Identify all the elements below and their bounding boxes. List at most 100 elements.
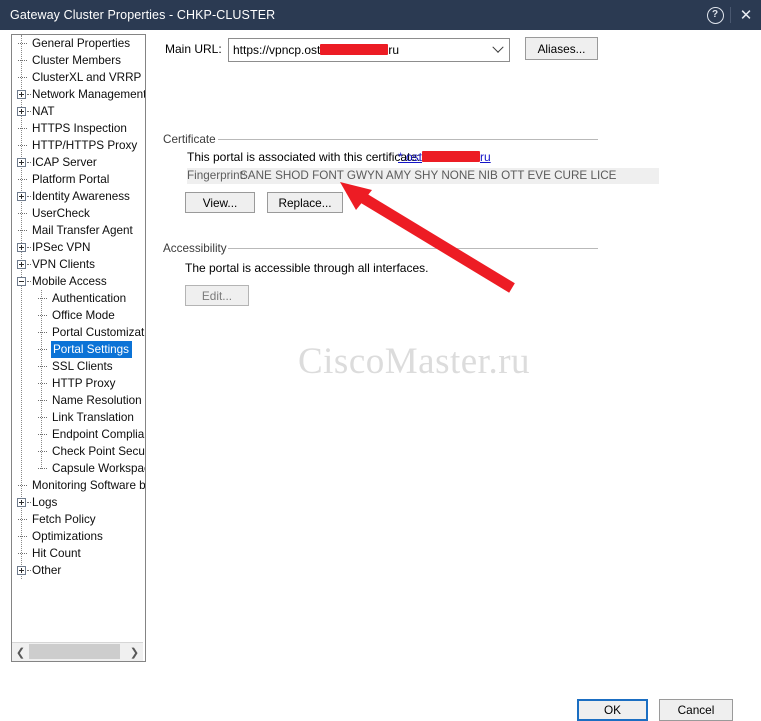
sidebar-item-mail-transfer-agent[interactable]: Mail Transfer Agent bbox=[12, 222, 145, 239]
replace-certificate-button[interactable]: Replace... bbox=[267, 192, 343, 213]
sidebar-item-optimizations[interactable]: Optimizations bbox=[12, 528, 145, 545]
sidebar-item-mobile-access[interactable]: Mobile Access bbox=[12, 273, 145, 290]
expand-plus-icon[interactable] bbox=[16, 154, 31, 171]
sidebar-item-portal-settings[interactable]: Portal Settings bbox=[12, 341, 145, 358]
sidebar-item-label: Authentication bbox=[52, 292, 127, 305]
aliases-button[interactable]: Aliases... bbox=[525, 37, 598, 60]
sidebar-item-clusterxl-and-vrrp[interactable]: ClusterXL and VRRP bbox=[12, 69, 145, 86]
sidebar-item-ssl-clients[interactable]: SSL Clients bbox=[12, 358, 145, 375]
sidebar-item-vpn-clients[interactable]: VPN Clients bbox=[12, 256, 145, 273]
scrollbar-track[interactable] bbox=[29, 643, 126, 661]
sidebar-item-link-translation[interactable]: Link Translation bbox=[12, 409, 145, 426]
tree-branch-icon bbox=[36, 392, 51, 409]
sidebar-item-identity-awareness[interactable]: Identity Awareness bbox=[12, 188, 145, 205]
fingerprint-value: SANE SHOD FONT GWYN AMY SHY NONE NIB OTT… bbox=[240, 169, 617, 182]
expand-plus-icon[interactable] bbox=[16, 494, 31, 511]
sidebar-item-label: HTTP Proxy bbox=[52, 377, 116, 390]
sidebar-item-label: Capsule Workspac bbox=[52, 462, 145, 475]
certificate-redaction-bar bbox=[422, 151, 481, 162]
expand-plus-icon[interactable] bbox=[16, 188, 31, 205]
sidebar-item-label: Hit Count bbox=[32, 547, 81, 560]
tree-branch-icon bbox=[36, 324, 51, 341]
sidebar-item-logs[interactable]: Logs bbox=[12, 494, 145, 511]
sidebar-item-monitoring-software-bla[interactable]: Monitoring Software bla bbox=[12, 477, 145, 494]
cancel-button[interactable]: Cancel bbox=[659, 699, 733, 721]
sidebar-item-icap-server[interactable]: ICAP Server bbox=[12, 154, 145, 171]
sidebar-item-platform-portal[interactable]: Platform Portal bbox=[12, 171, 145, 188]
sidebar-item-general-properties[interactable]: General Properties bbox=[12, 35, 145, 52]
main-url-combobox[interactable]: https://vpncp.ost ru bbox=[228, 38, 510, 62]
sidebar-item-label: Portal Customizatio bbox=[52, 326, 145, 339]
ok-button[interactable]: OK bbox=[577, 699, 648, 721]
sidebar-item-nat[interactable]: NAT bbox=[12, 103, 145, 120]
sidebar-item-portal-customizatio[interactable]: Portal Customizatio bbox=[12, 324, 145, 341]
sidebar-item-name-resolution[interactable]: Name Resolution bbox=[12, 392, 145, 409]
main-url-text-prefix: https://vpncp.ost bbox=[233, 43, 321, 57]
sidebar-item-label: Fetch Policy bbox=[32, 513, 96, 526]
tree-branch-icon bbox=[16, 137, 31, 154]
sidebar-item-label: Mobile Access bbox=[32, 275, 107, 288]
sidebar-item-label: Logs bbox=[32, 496, 58, 509]
scroll-right-icon[interactable]: ❯ bbox=[126, 643, 143, 661]
tree-branch-icon bbox=[16, 171, 31, 188]
window-title-bar: Gateway Cluster Properties - CHKP-CLUSTE… bbox=[0, 0, 761, 30]
sidebar-item-label: VPN Clients bbox=[32, 258, 96, 271]
expand-plus-icon[interactable] bbox=[16, 562, 31, 579]
sidebar-item-usercheck[interactable]: UserCheck bbox=[12, 205, 145, 222]
sidebar-item-other[interactable]: Other bbox=[12, 562, 145, 579]
sidebar-item-network-management[interactable]: Network Management bbox=[12, 86, 145, 103]
tree-branch-icon bbox=[16, 205, 31, 222]
sidebar-item-check-point-secur[interactable]: Check Point Secur bbox=[12, 443, 145, 460]
sidebar-item-label: HTTP/HTTPS Proxy bbox=[32, 139, 138, 152]
expand-plus-icon[interactable] bbox=[16, 86, 31, 103]
sidebar-item-label: SSL Clients bbox=[52, 360, 113, 373]
sidebar-item-label: Link Translation bbox=[52, 411, 134, 424]
sidebar-item-https-inspection[interactable]: HTTPS Inspection bbox=[12, 120, 145, 137]
chevron-down-icon[interactable] bbox=[487, 40, 509, 60]
tree-branch-icon bbox=[16, 69, 31, 86]
sidebar-item-cluster-members[interactable]: Cluster Members bbox=[12, 52, 145, 69]
sidebar-item-label: ICAP Server bbox=[32, 156, 97, 169]
sidebar-item-label: UserCheck bbox=[32, 207, 90, 220]
view-certificate-button[interactable]: View... bbox=[185, 192, 255, 213]
scrollbar-thumb[interactable] bbox=[29, 644, 120, 659]
expand-plus-icon[interactable] bbox=[16, 103, 31, 120]
navigation-tree-list: General Properties Cluster Members Cluster… bbox=[12, 35, 145, 640]
tree-guide-mobile-access bbox=[41, 290, 43, 469]
help-button[interactable]: ? bbox=[700, 0, 730, 30]
close-button[interactable]: ✕ bbox=[731, 0, 761, 30]
certificate-link-prefix: *.ost bbox=[398, 150, 423, 164]
sidebar-item-hit-count[interactable]: Hit Count bbox=[12, 545, 145, 562]
certificate-link[interactable]: *.ost ru bbox=[398, 150, 491, 164]
sidebar-item-label: ClusterXL and VRRP bbox=[32, 71, 142, 84]
sidebar-item-fetch-policy[interactable]: Fetch Policy bbox=[12, 511, 145, 528]
sidebar-item-label: Monitoring Software bla bbox=[32, 479, 145, 492]
sidebar-item-label: General Properties bbox=[32, 37, 131, 50]
main-url-value: https://vpncp.ost ru bbox=[229, 43, 399, 57]
url-redaction-bar bbox=[320, 44, 389, 55]
navigation-tree-panel[interactable]: General Properties Cluster Members Cluster… bbox=[11, 34, 146, 662]
certificate-description: This portal is associated with this cert… bbox=[187, 150, 421, 164]
main-url-row: Main URL: bbox=[165, 42, 222, 56]
main-url-label: Main URL: bbox=[165, 42, 222, 56]
sidebar-item-capsule-workspac[interactable]: Capsule Workspac bbox=[12, 460, 145, 477]
sidebar-item-office-mode[interactable]: Office Mode bbox=[12, 307, 145, 324]
sidebar-item-label: Office Mode bbox=[52, 309, 115, 322]
sidebar-item-label: Other bbox=[32, 564, 62, 577]
sidebar-item-endpoint-complian[interactable]: Endpoint Complian bbox=[12, 426, 145, 443]
tree-branch-icon bbox=[16, 120, 31, 137]
edit-accessibility-button[interactable]: Edit... bbox=[185, 285, 249, 306]
sidebar-item-http-proxy[interactable]: HTTP Proxy bbox=[12, 375, 145, 392]
expand-plus-icon[interactable] bbox=[16, 239, 31, 256]
tree-horizontal-scrollbar[interactable]: ❮ ❯ bbox=[12, 642, 143, 661]
tree-branch-icon bbox=[36, 443, 51, 460]
scroll-left-icon[interactable]: ❮ bbox=[12, 643, 29, 661]
collapse-minus-icon[interactable] bbox=[16, 273, 31, 290]
expand-plus-icon[interactable] bbox=[16, 256, 31, 273]
tree-branch-icon bbox=[36, 409, 51, 426]
watermark-text: CiscoMaster.ru bbox=[297, 341, 531, 382]
sidebar-item-ipsec-vpn[interactable]: IPSec VPN bbox=[12, 239, 145, 256]
sidebar-item-authentication[interactable]: Authentication bbox=[12, 290, 145, 307]
accessibility-group-title: Accessibility bbox=[163, 242, 232, 255]
sidebar-item-http-https-proxy[interactable]: HTTP/HTTPS Proxy bbox=[12, 137, 145, 154]
